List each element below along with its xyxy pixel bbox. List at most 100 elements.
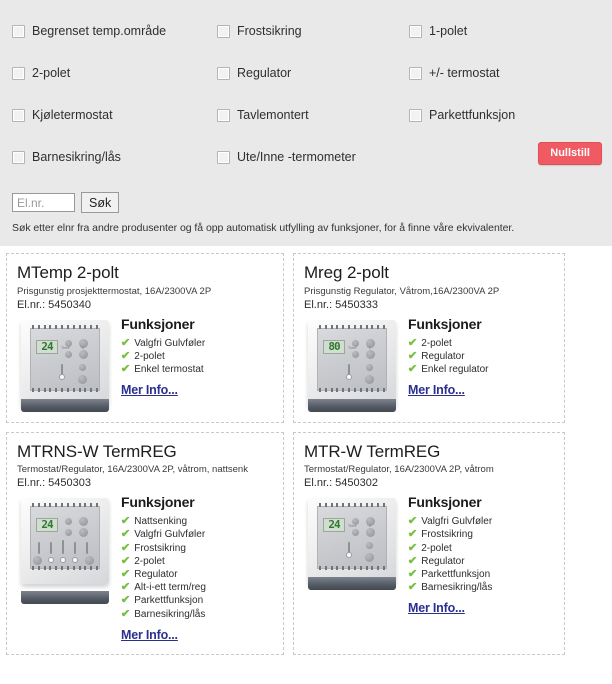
product-card-mtr-w-termreg[interactable]: MTR-W TermREG Termostat/Regulator, 16A/2…	[293, 431, 565, 655]
checkbox-icon[interactable]	[217, 150, 230, 164]
checkbox-icon[interactable]	[12, 24, 25, 38]
check-icon: ✔	[120, 581, 131, 594]
filter-row: Barnesikring/lås Ute/Inne -termometer Nu…	[0, 136, 612, 178]
check-icon: ✔	[120, 336, 131, 349]
function-item: ✔ Enkel termostat	[120, 362, 204, 375]
thermostat-product-image: 24 Time °C	[17, 316, 113, 412]
function-item: ✔ Barnesikring/lås	[407, 581, 493, 594]
filter-option-label: 1-polet	[429, 23, 468, 38]
filter-option-label: Kjøletermostat	[32, 107, 113, 122]
checkbox-icon[interactable]	[12, 108, 25, 122]
functions-list: ✔ Valgfri Gulvføler ✔ Frostsikring ✔ 2-pole…	[408, 515, 554, 594]
filter-option-1-polet[interactable]: 1-polet	[397, 23, 587, 38]
filter-panel: Begrenset temp.område Frostsikring 1-pol…	[0, 0, 612, 246]
product-subtitle: Prisgunstig prosjekttermostat, 16A/2300V…	[17, 285, 212, 297]
check-icon: ✔	[407, 336, 418, 349]
check-icon: ✔	[120, 515, 131, 528]
more-info-link[interactable]: Mer Info...	[408, 383, 465, 397]
product-functions: Funksjoner ✔ Valgfri Gulvføler ✔ 2-polet ✔…	[121, 314, 273, 400]
function-item: ✔ Frostsikring	[407, 528, 473, 541]
product-body: 24 Time °C Funksjoner ✔ Valgfri Gulvføle…	[17, 314, 273, 412]
filter-option-2-polet[interactable]: 2-polet	[0, 66, 205, 80]
check-icon: ✔	[407, 528, 418, 541]
function-item: ✔ Regulator	[120, 567, 178, 580]
filter-option-label: Parkettfunksjon	[429, 107, 516, 122]
filter-option-ute-inne-termometer[interactable]: Ute/Inne -termometer	[205, 149, 397, 164]
product-elnr: El.nr.: 5450333	[304, 298, 379, 311]
product-title: MTemp 2-polt	[17, 263, 119, 282]
search-row: Søk	[0, 178, 612, 213]
check-icon: ✔	[120, 362, 131, 375]
search-button[interactable]: Søk	[81, 192, 120, 213]
check-icon: ✔	[407, 349, 418, 362]
functions-list: ✔ Valgfri Gulvføler ✔ 2-polet ✔ Enkel termo…	[121, 337, 273, 377]
filter-option-parkettfunksjon[interactable]: Parkettfunksjon	[397, 107, 587, 122]
elnr-search-input[interactable]	[12, 193, 75, 212]
filter-option-label: Barnesikring/lås	[32, 149, 121, 164]
product-body: 24 Time °C Funksjoner ✔ Valgfri Gulvføle…	[304, 492, 554, 617]
checkbox-icon[interactable]	[217, 108, 230, 122]
filter-option-barnesikring-las[interactable]: Barnesikring/lås	[0, 149, 205, 164]
product-card-mtrns-w-termreg[interactable]: MTRNS-W TermREG Termostat/Regulator, 16A…	[6, 431, 284, 655]
filter-option-label: Ute/Inne -termometer	[237, 149, 356, 164]
product-elnr: El.nr.: 5450302	[304, 477, 379, 490]
check-icon: ✔	[407, 515, 418, 528]
filter-option-kjoletermostat[interactable]: Kjøletermostat	[0, 107, 205, 122]
function-item: ✔ Regulator	[407, 554, 465, 567]
reset-button[interactable]: Nullstill	[538, 142, 602, 165]
check-icon: ✔	[120, 607, 131, 620]
checkbox-icon[interactable]	[217, 66, 230, 80]
product-card-row: MTRNS-W TermREG Termostat/Regulator, 16A…	[0, 431, 612, 655]
function-item: ✔ Valgfri Gulvføler	[120, 336, 206, 349]
filter-row: Begrenset temp.område Frostsikring 1-pol…	[0, 10, 612, 52]
product-subtitle: Termostat/Regulator, 16A/2300VA 2P, våtr…	[17, 464, 248, 476]
filter-option-tavlemontert[interactable]: Tavlemontert	[205, 107, 397, 122]
more-info-link[interactable]: Mer Info...	[121, 383, 178, 397]
filter-checkbox-grid: Begrenset temp.område Frostsikring 1-pol…	[0, 10, 612, 178]
thermostat-display: 24	[323, 518, 345, 533]
search-help-text: Søk etter elnr fra andre produsenter og …	[12, 222, 515, 234]
functions-heading: Funksjoner	[121, 494, 195, 511]
function-item: ✔ Parkettfunksjon	[407, 567, 491, 580]
thermostat-display: 24	[36, 518, 58, 533]
functions-list: ✔ Nattsenking ✔ Valgfri Gulvføler ✔ Frostsi…	[121, 515, 273, 621]
thermostat-display: 24	[36, 339, 58, 354]
checkbox-icon[interactable]	[217, 24, 230, 38]
functions-heading: Funksjoner	[121, 315, 195, 332]
function-item: ✔ Barnesikring/lås	[120, 607, 206, 620]
product-functions: Funksjoner ✔ 2-polet ✔ Regulator ✔ Enkel re…	[408, 314, 554, 400]
checkbox-icon[interactable]	[409, 66, 422, 80]
product-subtitle: Termostat/Regulator, 16A/2300VA 2P, våtr…	[304, 464, 494, 476]
checkbox-icon[interactable]	[12, 66, 25, 80]
function-item: ✔ Parkettfunksjon	[120, 594, 204, 607]
function-item: ✔ 2-polet	[407, 541, 452, 554]
thermostat-product-image: 24 Time °C	[304, 494, 400, 591]
check-icon: ✔	[407, 554, 418, 567]
filter-option-regulator[interactable]: Regulator	[205, 65, 397, 80]
filter-option-label: Tavlemontert	[237, 107, 309, 122]
check-icon: ✔	[120, 554, 131, 567]
product-card-mreg-2-polt[interactable]: Mreg 2-polt Prisgunstig Regulator, Våtro…	[293, 253, 565, 423]
product-card-row: MTemp 2-polt Prisgunstig prosjekttermost…	[0, 253, 612, 423]
product-subtitle: Prisgunstig Regulator, Våtrom,16A/2300VA…	[304, 285, 500, 297]
filter-row: 2-polet Regulator +/- termostat	[0, 52, 612, 94]
product-title: Mreg 2-polt	[304, 263, 389, 282]
function-item: ✔ Valgfri Gulvføler	[120, 528, 206, 541]
filter-option-label: Regulator	[237, 65, 292, 80]
product-elnr: El.nr.: 5450340	[17, 298, 92, 311]
filter-option-plus-minus-termostat[interactable]: +/- termostat	[397, 66, 587, 80]
filter-option-frostsikring[interactable]: Frostsikring	[205, 24, 397, 38]
checkbox-icon[interactable]	[409, 108, 422, 122]
check-icon: ✔	[120, 349, 131, 362]
check-icon: ✔	[120, 541, 131, 554]
filter-option-begrenset-temp-omrade[interactable]: Begrenset temp.område	[0, 24, 205, 38]
check-icon: ✔	[120, 594, 131, 607]
checkbox-icon[interactable]	[12, 150, 25, 164]
check-icon: ✔	[407, 362, 418, 375]
more-info-link[interactable]: Mer Info...	[408, 601, 465, 615]
checkbox-icon[interactable]	[409, 24, 422, 38]
more-info-link[interactable]: Mer Info...	[121, 628, 178, 642]
function-item: ✔ Enkel regulator	[407, 362, 489, 375]
product-card-mtemp-2-polt[interactable]: MTemp 2-polt Prisgunstig prosjekttermost…	[6, 253, 284, 423]
thermostat-display: 80	[323, 339, 345, 354]
